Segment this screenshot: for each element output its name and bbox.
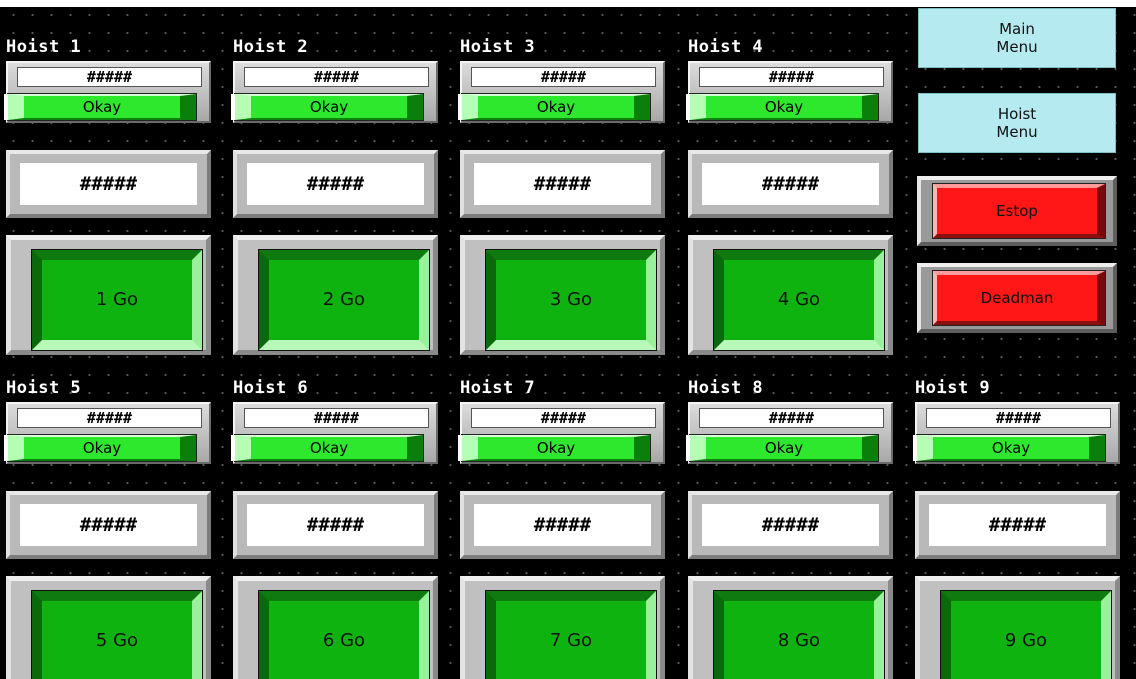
hoist-value-display: ##### bbox=[247, 504, 424, 546]
hoist-readout: ##### bbox=[17, 408, 202, 428]
hoist-go-frame: 4 Go bbox=[688, 235, 893, 355]
hoist-status-frame: ##### Okay bbox=[6, 61, 211, 123]
hoist-3-go-button[interactable]: 3 Go bbox=[485, 249, 657, 351]
hoist-go-frame: 7 Go bbox=[460, 576, 665, 679]
estop-frame: Estop bbox=[917, 176, 1117, 246]
hoist-readout: ##### bbox=[244, 408, 429, 428]
hoist-status-frame: ##### Okay bbox=[460, 61, 665, 123]
hoist-title: Hoist 2 bbox=[233, 37, 309, 57]
hoist-go-frame: 3 Go bbox=[460, 235, 665, 355]
hoist-menu-label: Hoist Menu bbox=[996, 105, 1038, 141]
hoist-readout: ##### bbox=[471, 67, 656, 87]
hoist-status-indicator: Okay bbox=[917, 435, 1105, 461]
hoist-status-indicator: Okay bbox=[462, 94, 650, 120]
hoist-title: Hoist 5 bbox=[6, 378, 82, 398]
hoist-value-frame: ##### bbox=[460, 150, 665, 218]
hoist-panel-6: Hoist 6 ##### Okay ##### 6 Go bbox=[233, 378, 438, 679]
hoist-value-display: ##### bbox=[247, 163, 424, 205]
hmi-screen: Hoist 1 ##### Okay ##### 1 Go Hoist 2 ##… bbox=[0, 0, 1136, 679]
hoist-value-frame: ##### bbox=[688, 491, 893, 559]
hoist-value-frame: ##### bbox=[460, 491, 665, 559]
hoist-panel-1: Hoist 1 ##### Okay ##### 1 Go bbox=[6, 37, 211, 367]
hoist-title: Hoist 1 bbox=[6, 37, 82, 57]
hoist-status-indicator: Okay bbox=[235, 435, 423, 461]
estop-button[interactable]: Estop bbox=[932, 183, 1106, 239]
hoist-go-frame: 9 Go bbox=[915, 576, 1120, 679]
deadman-frame: Deadman bbox=[917, 263, 1117, 333]
hoist-status-frame: ##### Okay bbox=[233, 402, 438, 464]
hoist-title: Hoist 7 bbox=[460, 378, 536, 398]
main-menu-button[interactable]: Main Menu bbox=[918, 8, 1116, 68]
hoist-8-go-button[interactable]: 8 Go bbox=[713, 590, 885, 679]
hoist-status-frame: ##### Okay bbox=[688, 402, 893, 464]
hoist-5-go-button[interactable]: 5 Go bbox=[31, 590, 203, 679]
hoist-value-frame: ##### bbox=[915, 491, 1120, 559]
hoist-6-go-button[interactable]: 6 Go bbox=[258, 590, 430, 679]
hoist-value-display: ##### bbox=[20, 163, 197, 205]
hoist-go-frame: 5 Go bbox=[6, 576, 211, 679]
hoist-readout: ##### bbox=[17, 67, 202, 87]
hoist-status-frame: ##### Okay bbox=[460, 402, 665, 464]
hoist-readout: ##### bbox=[699, 408, 884, 428]
hoist-go-frame: 8 Go bbox=[688, 576, 893, 679]
hoist-status-frame: ##### Okay bbox=[6, 402, 211, 464]
hoist-value-frame: ##### bbox=[233, 150, 438, 218]
hoist-2-go-button[interactable]: 2 Go bbox=[258, 249, 430, 351]
hoist-value-display: ##### bbox=[702, 163, 879, 205]
hoist-title: Hoist 3 bbox=[460, 37, 536, 57]
hoist-7-go-button[interactable]: 7 Go bbox=[485, 590, 657, 679]
hoist-readout: ##### bbox=[244, 67, 429, 87]
hoist-panel-8: Hoist 8 ##### Okay ##### 8 Go bbox=[688, 378, 893, 679]
hoist-9-go-button[interactable]: 9 Go bbox=[940, 590, 1112, 679]
hoist-status-indicator: Okay bbox=[690, 94, 878, 120]
hoist-title: Hoist 8 bbox=[688, 378, 764, 398]
hoist-status-frame: ##### Okay bbox=[915, 402, 1120, 464]
hoist-4-go-button[interactable]: 4 Go bbox=[713, 249, 885, 351]
hoist-panel-9: Hoist 9 ##### Okay ##### 9 Go bbox=[915, 378, 1120, 679]
hoist-readout: ##### bbox=[926, 408, 1111, 428]
hoist-title: Hoist 4 bbox=[688, 37, 764, 57]
hoist-status-indicator: Okay bbox=[235, 94, 423, 120]
hoist-status-indicator: Okay bbox=[8, 435, 196, 461]
hoist-panel-2: Hoist 2 ##### Okay ##### 2 Go bbox=[233, 37, 438, 367]
hoist-readout: ##### bbox=[471, 408, 656, 428]
hoist-readout: ##### bbox=[699, 67, 884, 87]
hoist-value-display: ##### bbox=[474, 504, 651, 546]
hoist-status-frame: ##### Okay bbox=[233, 61, 438, 123]
hoist-status-indicator: Okay bbox=[8, 94, 196, 120]
hoist-go-frame: 1 Go bbox=[6, 235, 211, 355]
deadman-button[interactable]: Deadman bbox=[932, 270, 1106, 326]
hoist-panel-5: Hoist 5 ##### Okay ##### 5 Go bbox=[6, 378, 211, 679]
hoist-value-frame: ##### bbox=[6, 150, 211, 218]
hoist-panel-3: Hoist 3 ##### Okay ##### 3 Go bbox=[460, 37, 665, 367]
hoist-value-display: ##### bbox=[929, 504, 1106, 546]
hoist-value-display: ##### bbox=[20, 504, 197, 546]
hoist-panel-4: Hoist 4 ##### Okay ##### 4 Go bbox=[688, 37, 893, 367]
hoist-value-display: ##### bbox=[702, 504, 879, 546]
hoist-status-indicator: Okay bbox=[690, 435, 878, 461]
hoist-status-indicator: Okay bbox=[462, 435, 650, 461]
hoist-panel-7: Hoist 7 ##### Okay ##### 7 Go bbox=[460, 378, 665, 679]
main-menu-label: Main Menu bbox=[996, 20, 1038, 56]
hoist-1-go-button[interactable]: 1 Go bbox=[31, 249, 203, 351]
hoist-value-frame: ##### bbox=[233, 491, 438, 559]
hoist-go-frame: 6 Go bbox=[233, 576, 438, 679]
hoist-title: Hoist 6 bbox=[233, 378, 309, 398]
top-strip bbox=[0, 0, 1136, 7]
hoist-value-frame: ##### bbox=[6, 491, 211, 559]
hoist-value-display: ##### bbox=[474, 163, 651, 205]
hoist-go-frame: 2 Go bbox=[233, 235, 438, 355]
hoist-menu-button[interactable]: Hoist Menu bbox=[918, 93, 1116, 153]
hoist-title: Hoist 9 bbox=[915, 378, 991, 398]
hoist-status-frame: ##### Okay bbox=[688, 61, 893, 123]
hoist-value-frame: ##### bbox=[688, 150, 893, 218]
